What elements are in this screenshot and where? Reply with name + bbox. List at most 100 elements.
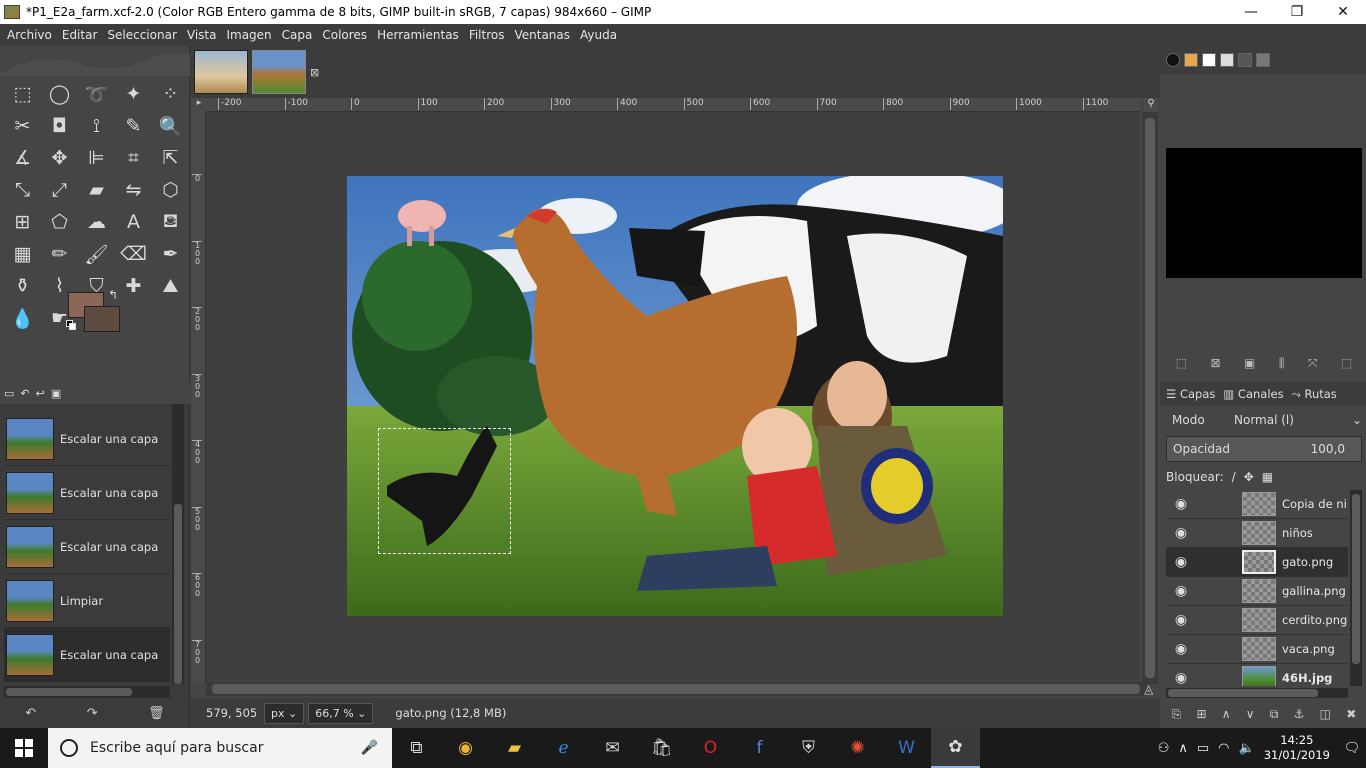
lock-pixels-icon[interactable]: / (1232, 470, 1236, 484)
lock-alpha-icon[interactable]: ▦ (1262, 470, 1273, 484)
document-tab-icon[interactable] (1220, 53, 1234, 67)
tab-device-status[interactable]: ↶ (20, 387, 29, 400)
file-explorer-icon[interactable]: ▰ (490, 728, 539, 768)
canvas-vertical-scrollbar[interactable] (1142, 112, 1158, 684)
menu-seleccionar[interactable]: Seleccionar (102, 28, 181, 42)
opera-icon[interactable]: O (686, 728, 735, 768)
clock[interactable]: 14:25 31/01/2019 (1264, 733, 1330, 763)
menu-filtros[interactable]: Filtros (464, 28, 510, 42)
foreground-select-icon[interactable]: ◘ (41, 110, 78, 142)
new-brush-icon[interactable]: ⊠ (1211, 356, 1221, 376)
tab-undo-history[interactable]: ↩ (36, 387, 45, 400)
taskbar-search[interactable]: Escribe aquí para buscar 🎤 (48, 728, 392, 768)
layer-visibility-icon[interactable]: ◉ (1166, 525, 1196, 541)
bucket-fill-icon[interactable]: ⛾ (152, 206, 189, 238)
reset-colors-icon[interactable] (66, 320, 76, 330)
layer-row[interactable]: ◉ gallina.png (1166, 577, 1348, 606)
layers-scrollbar[interactable] (1350, 490, 1362, 686)
dynamics-tab-icon[interactable] (1238, 53, 1252, 67)
start-button[interactable] (0, 728, 48, 768)
paintbrush-icon[interactable]: 🖌 (78, 238, 115, 270)
mask-layer-icon[interactable]: ◫ (1320, 707, 1331, 721)
blend-icon[interactable]: ▦ (4, 238, 41, 270)
history-item[interactable]: Escalar una capa (4, 466, 170, 520)
heal-icon[interactable]: ✚ (115, 270, 152, 302)
airbrush-icon[interactable]: ✒ (152, 238, 189, 270)
canvas-horizontal-scrollbar[interactable] (206, 682, 1146, 696)
ellipse-select-icon[interactable]: ◯ (41, 78, 78, 110)
volume-icon[interactable]: 🔈 (1239, 741, 1255, 756)
close-button[interactable]: ✕ (1320, 0, 1366, 24)
layer-visibility-icon[interactable]: ◉ (1166, 496, 1196, 512)
new-group-icon[interactable]: ⊞ (1196, 707, 1206, 721)
layers-hscrollbar[interactable] (1166, 688, 1348, 698)
grid-tab-icon[interactable] (1256, 53, 1270, 67)
raise-layer-icon[interactable]: ∧ (1222, 707, 1231, 721)
task-view-icon[interactable]: ⧉ (392, 728, 441, 768)
menu-colores[interactable]: Colores (317, 28, 372, 42)
cage-transform-icon[interactable]: ⬡ (152, 174, 189, 206)
store-icon[interactable]: 🛍 (637, 728, 686, 768)
battery-icon[interactable]: ▭ (1197, 741, 1209, 756)
edge-icon[interactable]: ℯ (539, 728, 588, 768)
opacity-field[interactable]: Opacidad 100,0 (1166, 436, 1362, 462)
zoom-icon[interactable]: 🔍 (152, 110, 189, 142)
zoom-image-icon[interactable]: ⚲ (1144, 98, 1158, 112)
refresh-brush-icon[interactable]: ⤧ (1308, 356, 1318, 376)
history-item[interactable]: Limpiar (4, 574, 170, 628)
gegl-icon[interactable]: ☁ (78, 206, 115, 238)
new-layer-icon[interactable]: ⎘ (1172, 707, 1182, 722)
microphone-icon[interactable]: 🎤 (361, 740, 378, 756)
lower-layer-icon[interactable]: ∨ (1246, 707, 1255, 721)
blur-icon[interactable]: 💧 (4, 302, 41, 334)
unit-select[interactable]: px ⌄ (264, 702, 305, 724)
unified-transform-icon[interactable]: ⇱ (152, 142, 189, 174)
crop-icon[interactable]: ⌗ (115, 142, 152, 174)
maximize-button[interactable]: ❐ (1274, 0, 1320, 24)
layer-name[interactable]: vaca.png (1282, 642, 1335, 656)
wifi-icon[interactable]: ◠ (1218, 741, 1229, 756)
pattern-tab-icon[interactable] (1184, 53, 1198, 67)
layer-name[interactable]: gato.png (1282, 555, 1333, 569)
chrome-icon[interactable]: ◉ (441, 728, 490, 768)
font-tab-icon[interactable] (1202, 53, 1216, 67)
handle-transform-icon[interactable]: ⊞ (4, 206, 41, 238)
shear-icon[interactable]: ▰ (78, 174, 115, 206)
layer-row[interactable]: ◉ niños (1166, 519, 1348, 548)
duplicate-brush-icon[interactable]: ▣ (1244, 356, 1255, 376)
menu-archivo[interactable]: Archivo (2, 28, 57, 42)
close-tab-icon[interactable]: ⊠ (310, 66, 319, 79)
color-picker-icon[interactable]: ✎ (115, 110, 152, 142)
people-icon[interactable]: ⚇ (1158, 741, 1170, 756)
menu-editar[interactable]: Editar (57, 28, 103, 42)
layer-name[interactable]: gallina.png (1282, 584, 1346, 598)
move-icon[interactable]: ✥ (41, 142, 78, 174)
show-hidden-icons[interactable]: ∧ (1178, 741, 1188, 756)
ink-icon[interactable]: ⚱ (4, 270, 41, 302)
history-item[interactable]: Escalar una capa (4, 520, 170, 574)
perspective-clone-icon[interactable]: ⛰ (152, 270, 189, 302)
fuzzy-select-icon[interactable]: ✦ (115, 78, 152, 110)
layer-name[interactable]: 46H.jpg (1282, 671, 1332, 685)
minimize-button[interactable]: — (1228, 0, 1274, 24)
lock-position-icon[interactable]: ✥ (1244, 470, 1254, 484)
menu-herramientas[interactable]: Herramientas (372, 28, 464, 42)
layer-row[interactable]: ◉ cerdito.png (1166, 606, 1348, 635)
opacity-value[interactable]: 100,0 (1311, 442, 1345, 456)
zoom-select[interactable]: 66,7 % ⌄ (308, 702, 374, 724)
free-select-icon[interactable]: ➰ (78, 78, 115, 110)
tab-paths[interactable]: ⤳ Rutas (1292, 387, 1337, 402)
rect-select-icon[interactable]: ⬚ (4, 78, 41, 110)
layer-row[interactable]: ◉ vaca.png (1166, 635, 1348, 664)
layer-row[interactable]: ◉ gato.png (1166, 548, 1348, 577)
duplicate-layer-icon[interactable]: ⧉ (1270, 707, 1279, 722)
anchor-layer-icon[interactable]: ⚓ (1294, 707, 1305, 721)
layer-name[interactable]: niños (1282, 526, 1313, 540)
measure-icon[interactable]: ∡ (4, 142, 41, 174)
clear-history-icon[interactable]: 🗑 (148, 706, 165, 721)
scale-icon[interactable]: ⤢ (41, 174, 78, 206)
tab-layers[interactable]: ☰ Capas (1166, 387, 1215, 401)
layer-row[interactable]: ◉ Copia de ni (1166, 490, 1348, 519)
history-hscrollbar[interactable] (4, 686, 170, 698)
scissors-icon[interactable]: ✂ (4, 110, 41, 142)
